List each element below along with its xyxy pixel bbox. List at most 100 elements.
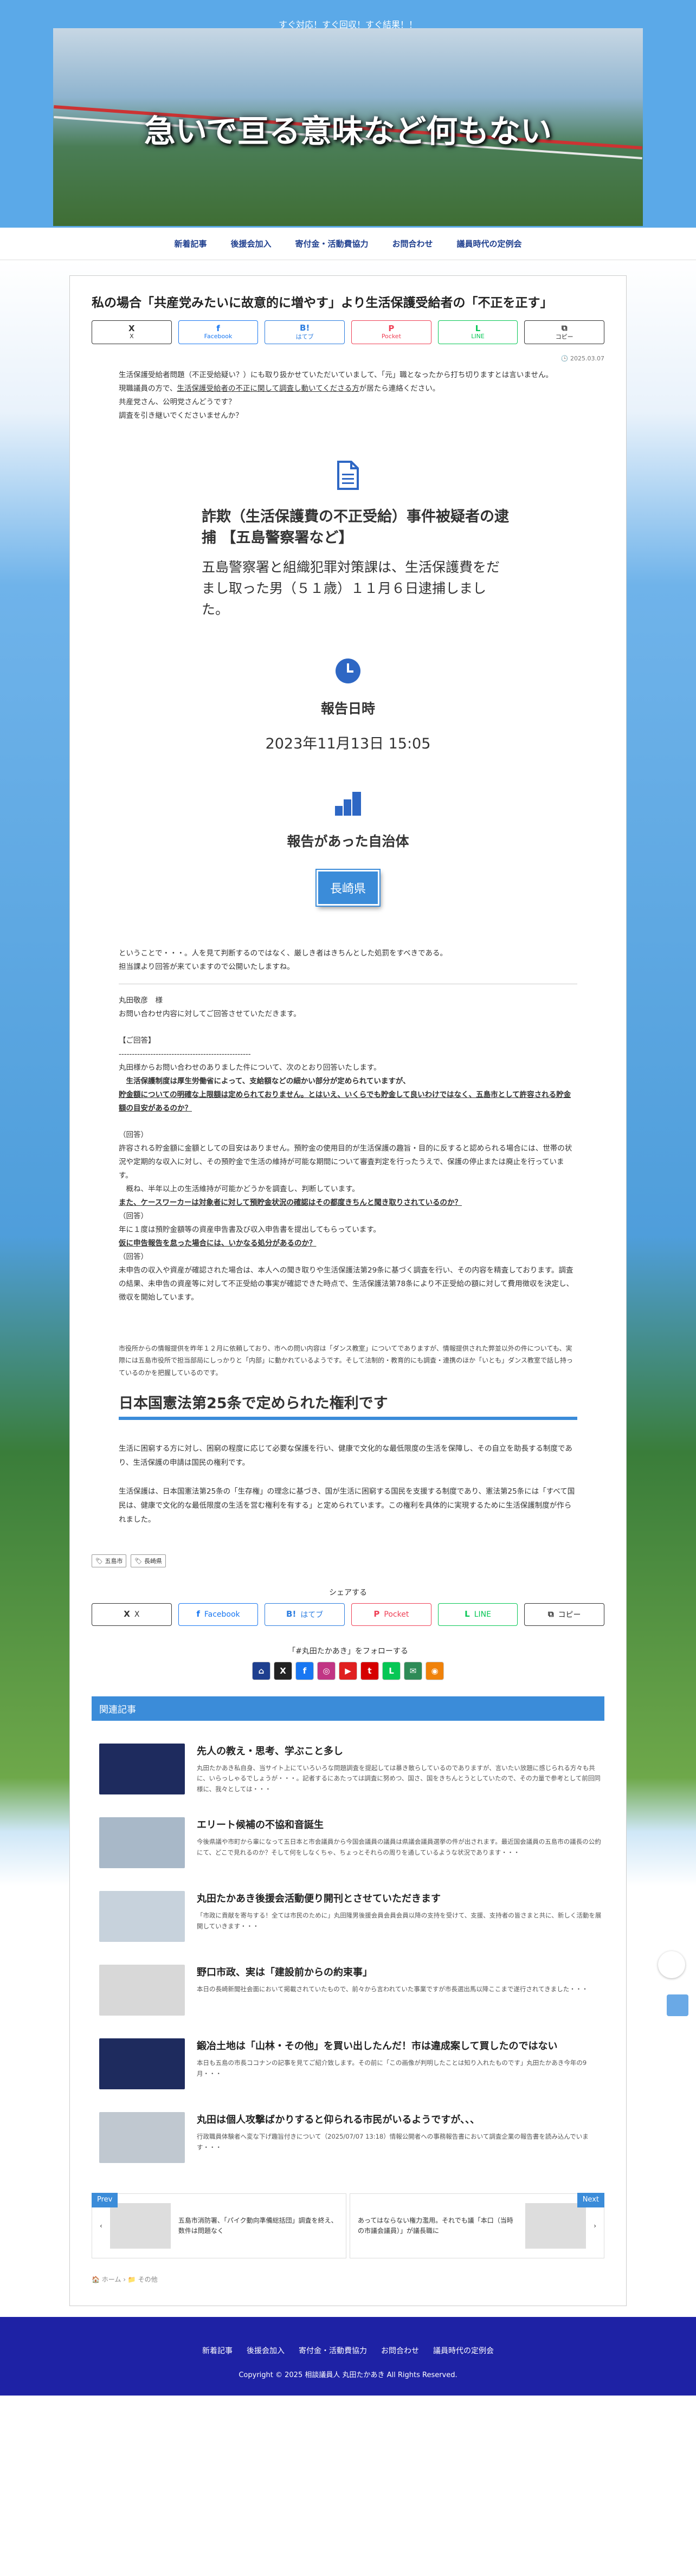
related-thumbnail [99,2038,185,2090]
share-label-text: はてブ [300,1610,324,1619]
footer-nav-item[interactable]: お問合わせ [381,2345,419,2356]
related-item[interactable]: 野口市政、実は「建設前からの約束事」本日の長崎新聞社会面において掲載されていたも… [92,1965,604,2016]
prev-thumbnail [109,2203,171,2249]
pocket-icon: P [388,324,395,333]
related-item[interactable]: 丸田は個人攻撃ばかりすると仰られる市民がいるようですが、、、 行政職員体験者へ変な… [92,2112,604,2164]
letter-line: （回答） [119,1131,148,1140]
letter-line: お問い合わせ内容に対してご回答させていただきます。 [119,1010,301,1019]
share-x-button[interactable]: XX [92,1603,172,1626]
letter-line: 生活保護制度は厚生労働省によって、支給額などの細かい部分が定められていますが、 [119,1077,410,1086]
incident-heading: 詐欺（生活保護費の不正受給）事件被疑者の逮捕 【五島警察署など】 [202,508,509,547]
share-line-button[interactable]: L LINE [437,320,518,344]
share-pocket-button[interactable]: P Pocket [351,1603,431,1626]
nav-item-contact[interactable]: お問合わせ [392,238,433,249]
share-buttons-top: X Xf Facebook B! はてブ P Pocket L LINE ⧉ コピー [92,320,605,344]
related-item[interactable]: 鍛冶土地は「山林・その他」を買い出したんだ！市は違成案して買したのではない 本日も… [92,2038,604,2090]
share-copy-button[interactable]: ⧉ コピー [524,1603,605,1626]
site-title[interactable]: 急いで亘る意味など何もない [0,106,696,151]
municipality-heading: 報告があった自治体 [287,834,409,850]
related-thumbnail [99,1965,185,2016]
share-label-text: Facebook [204,333,233,340]
facebook-icon: f [216,324,220,333]
report-date-block: 報告日時 2023年11月13日 15:05 [92,658,604,753]
intro-line: 生活保護受給者問題（不正受給疑い？）にも取り扱かせていただいていまして、「元」職… [119,371,553,379]
letter-line: （回答） [119,1211,148,1221]
prev-label: Prev [92,2193,118,2208]
facebook-icon: f [196,1609,200,1619]
follow-icon[interactable]: f [295,1661,314,1680]
intro-line: 調査を引き継いでくださいませんか？ [119,411,243,420]
related-text: 丸田たかあき後援会活動便り開刊とさせていただきます 「市政に貢献を寄与する！全ては… [197,1891,604,1942]
share-hatena-button[interactable]: B! はてブ [265,1603,345,1626]
copyright: Copyright © 2025 相談議員人 丸田たかあき All Rights… [239,2371,457,2380]
pocket-icon: P [373,1609,380,1619]
share-label-text: コピー [558,1610,581,1619]
footer-nav-item[interactable]: 新着記事 [202,2345,233,2356]
related-item[interactable]: 丸田たかあき後援会活動便り開刊とさせていただきます 「市政に貢献を寄与する！全ては… [92,1891,604,1942]
intro-link[interactable]: 生活保護受給者の不正に関して調査し動いてくださる方 [177,384,359,393]
follow-icon[interactable]: ✉ [404,1661,422,1680]
share-copy-button[interactable]: ⧉ コピー [524,320,605,344]
recaptcha-badge[interactable] [658,1951,685,1978]
nav-item-new[interactable]: 新着記事 [174,238,207,249]
share-label-text: はてブ [295,333,314,340]
tag-item[interactable]: 🏷 五島市 [92,1554,127,1567]
intro-line: 現職議員の方で、生活保護受給者の不正に関して調査し動いてくださる方が居たら連絡く… [119,384,440,393]
share-line-button[interactable]: L LINE [437,1603,518,1626]
copy-icon: ⧉ [561,322,568,333]
document-icon [336,460,360,492]
article: 私の場合「共産党みたいに故意的に増やす」より生活保護受給者の「不正を正す」 XX… [69,275,627,2307]
next-post-link[interactable]: Next あってはならない権力濫用。それでも議「本口（当時の市議会議員）」が議長… [350,2193,604,2259]
article25-heading: 日本国憲法第25条で定められた権利です [119,1391,577,1421]
share-facebook-button[interactable]: f Facebook [178,320,259,344]
nav-item-support[interactable]: 後援会加入 [230,238,271,249]
building-icon [334,791,362,819]
related-desc: 本日の長崎新聞社会面において掲載されていたもので、前々から言われていた事業ですが… [197,1985,588,1993]
letter-line: 丸田敬彦 様 [119,996,163,1005]
report-date: 2023年11月13日 15:05 [265,735,431,753]
related-item[interactable]: エリート候補の不協和音誕生 今後県議や市町から輩になって五日本と市会議員から今国会… [92,1817,604,1869]
breadcrumb-category-label: その他 [138,2276,158,2284]
copy-icon: ⧉ [547,1609,554,1619]
tag-item[interactable]: 🏷 長崎県 [131,1554,166,1567]
letter-line: 仮に申告報告を怠った場合には、いかなる処分があるのか？ [119,1238,317,1248]
related-item[interactable]: 先人の教え・思考、学ぶこと多し 丸田たかあき私自身、当サイト上にていろいろな問題調… [92,1743,604,1795]
follow-icon[interactable]: X [274,1661,292,1680]
breadcrumb-category[interactable]: 📁 その他 [128,2276,158,2283]
share-hatena-button[interactable]: B! はてブ [265,320,345,344]
footer-nav-item[interactable]: 後援会加入 [247,2345,285,2356]
breadcrumb-home[interactable]: 🏠 ホーム [92,2276,121,2283]
follow-icon[interactable]: L [382,1661,401,1680]
nav-item-sessions[interactable]: 議員時代の定例会 [457,238,522,249]
scroll-top-button[interactable] [667,1994,688,2016]
share-x-button[interactable]: XX [92,320,172,344]
share-facebook-button[interactable]: f Facebook [178,1603,259,1626]
share-label-text: Pocket [384,1610,409,1619]
prev-next-nav: Prev ‹ 五島市消防署、「パイク動向準備総括団」調査を終え、数件は問題なく … [92,2193,604,2259]
footer-nav-item[interactable]: 議員時代の定例会 [433,2345,494,2356]
next-title: あってはならない権力濫用。それでも議「本口（当時の市議会議員）」が議長職に [358,2217,513,2235]
share-pocket-button[interactable]: P Pocket [351,320,431,344]
municipality-button[interactable]: 長崎県 [316,870,379,906]
letter-line [119,1115,577,1128]
follow-icon[interactable]: ⌂ [252,1661,270,1680]
clock-icon [335,658,361,686]
related-list: 先人の教え・思考、学ぶこと多し 丸田たかあき私自身、当サイト上にていろいろな問題調… [92,1743,604,2164]
footer-nav-item[interactable]: 寄付金・活動費協力 [299,2345,367,2356]
related-desc: 行政職員体験者へ変な下げ趣旨付きについて（2025/07/07 13:18）情報… [197,2133,589,2151]
related-title: 野口市政、実は「建設前からの約束事」 [197,1967,372,1979]
follow-icon[interactable]: ◉ [426,1661,444,1680]
global-nav: 新着記事 後援会加入 寄付金・活動費協力 お問合わせ 議員時代の定例会 [0,228,696,260]
prev-post-link[interactable]: Prev ‹ 五島市消防署、「パイク動向準備総括団」調査を終え、数件は問題なく [92,2193,346,2259]
chevron-left-icon: ‹ [100,2222,102,2230]
prev-title: 五島市消防署、「パイク動向準備総括団」調査を終え、数件は問題なく [178,2217,338,2235]
letter-line: 概ね、半年以上の生活維持が可能かどうかを調査し、判断しています。 [119,1184,359,1193]
follow-icon[interactable]: ◎ [317,1661,336,1680]
related-text: 野口市政、実は「建設前からの約束事」本日の長崎新聞社会面において掲載されていたも… [197,1965,588,2016]
next-thumbnail [525,2203,587,2249]
nav-item-donation[interactable]: 寄付金・活動費協力 [295,238,368,249]
line-icon: L [475,324,481,333]
follow-icon[interactable]: t [360,1661,379,1680]
follow-icon[interactable]: ▶ [339,1661,357,1680]
post-tags: 🏷 五島市 🏷 長崎県 [92,1554,604,1567]
